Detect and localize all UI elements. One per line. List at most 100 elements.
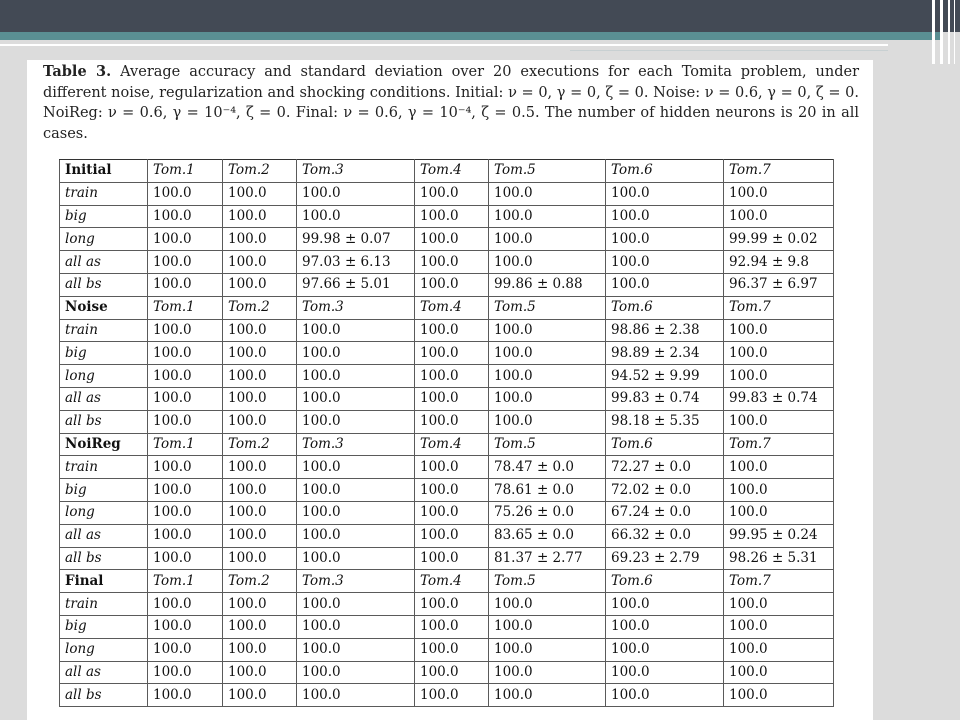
table-cell: 66.32 ± 0.0	[605, 523, 724, 548]
table-cell: 100.0	[147, 386, 223, 411]
table-cell: 100.0	[605, 181, 724, 206]
table-row: train 100.0 100.0 100.0 100.0 78.47 ± 0.0 72.2…	[59, 455, 834, 480]
table-cell: 100.0	[723, 637, 834, 662]
table-cell: 100.0	[488, 181, 606, 206]
table-cell: 100.0	[147, 614, 223, 639]
slide-accent-bar	[0, 32, 940, 40]
table-cell: 100.0	[147, 341, 223, 366]
slide-decor-stripe	[932, 0, 935, 64]
table-cell: 100.0	[723, 660, 834, 685]
column-header: Tom.6	[605, 295, 724, 320]
table-row: big 100.0 100.0 100.0 100.0 100.0 100.0 100.0	[59, 614, 834, 639]
table-cell: 100.0	[414, 660, 489, 685]
slide-divider-line-short	[570, 50, 888, 51]
row-label: all bs	[59, 683, 148, 708]
table-cell: 100.0	[296, 455, 415, 480]
row-label: big	[59, 341, 148, 366]
row-label: long	[59, 500, 148, 525]
row-label: big	[59, 204, 148, 229]
table-row: long 100.0 100.0 100.0 100.0 100.0 94.52 ± 9.9…	[59, 364, 834, 388]
table-cell: 100.0	[222, 455, 297, 480]
table-cell: 100.0	[222, 341, 297, 366]
table-cell: 100.0	[605, 683, 724, 708]
column-header: Tom.5	[488, 295, 606, 320]
table-cell: 100.0	[488, 250, 606, 274]
table-cell: 100.0	[605, 592, 724, 616]
table-cell: 72.27 ± 0.0	[605, 455, 724, 480]
table-cell: 100.0	[222, 523, 297, 548]
table-cell: 81.37 ± 2.77	[488, 546, 606, 571]
table-cell: 100.0	[488, 341, 606, 366]
table-cell: 100.0	[723, 409, 834, 434]
table-cell: 100.0	[147, 683, 223, 708]
table-row: big 100.0 100.0 100.0 100.0 100.0 100.0 100.0	[59, 204, 834, 229]
column-header: Tom.6	[605, 159, 724, 183]
row-label: all bs	[59, 272, 148, 297]
table-cell: 78.61 ± 0.0	[488, 478, 606, 502]
table-cell: 67.24 ± 0.0	[605, 500, 724, 525]
table-cell: 100.0	[605, 272, 724, 297]
table-row: all as 100.0 100.0 100.0 100.0 83.65 ± 0.0 66.…	[59, 523, 834, 548]
column-header: Tom.3	[296, 295, 415, 320]
table-row: long 100.0 100.0 100.0 100.0 100.0 100.0 100.0	[59, 637, 834, 662]
table-cell: 100.0	[296, 364, 415, 388]
table-cell: 98.86 ± 2.38	[605, 318, 724, 343]
column-header: Tom.7	[723, 295, 834, 320]
table-cell: 100.0	[147, 181, 223, 206]
table-cell: 100.0	[222, 660, 297, 685]
table-cell: 100.0	[296, 181, 415, 206]
table-cell: 100.0	[296, 660, 415, 685]
table-cell: 98.26 ± 5.31	[723, 546, 834, 571]
table-cell: 100.0	[147, 227, 223, 252]
column-header: Tom.5	[488, 569, 606, 594]
section-header-row: NoiReg Tom.1 Tom.2 Tom.3 Tom.4 Tom.5 Tom.6 Tom.…	[59, 432, 834, 457]
column-header: Tom.2	[222, 569, 297, 594]
slide-decor-stripe	[954, 0, 955, 64]
table-cell: 100.0	[222, 318, 297, 343]
table-cell: 100.0	[488, 592, 606, 616]
table-cell: 100.0	[605, 660, 724, 685]
table-cell: 100.0	[723, 204, 834, 229]
table-cell: 100.0	[147, 250, 223, 274]
row-label: all as	[59, 386, 148, 411]
table-cell: 100.0	[488, 227, 606, 252]
table-cell: 98.18 ± 5.35	[605, 409, 724, 434]
table-cell: 99.99 ± 0.02	[723, 227, 834, 252]
table-cell: 100.0	[488, 637, 606, 662]
table-cell: 100.0	[222, 637, 297, 662]
results-table: Initial Tom.1 Tom.2 Tom.3 Tom.4 Tom.5 Tom.6 Tom…	[59, 159, 834, 708]
column-header: Tom.5	[488, 432, 606, 457]
table-cell: 99.95 ± 0.24	[723, 523, 834, 548]
table-cell: 100.0	[296, 614, 415, 639]
table-cell: 69.23 ± 2.79	[605, 546, 724, 571]
table-cell: 100.0	[723, 592, 834, 616]
table-cell: 100.0	[296, 592, 415, 616]
row-label: all as	[59, 523, 148, 548]
table-cell: 100.0	[414, 637, 489, 662]
table-row: train 100.0 100.0 100.0 100.0 100.0 100.0 100.0	[59, 181, 834, 206]
column-header: Tom.4	[414, 432, 489, 457]
table-cell: 100.0	[222, 546, 297, 571]
row-label: all as	[59, 250, 148, 274]
table-cell: 100.0	[605, 227, 724, 252]
table-cell: 100.0	[147, 455, 223, 480]
table-cell: 100.0	[414, 546, 489, 571]
table-cell: 100.0	[296, 546, 415, 571]
column-header: Tom.4	[414, 569, 489, 594]
table-cell: 100.0	[296, 341, 415, 366]
table-cell: 100.0	[147, 637, 223, 662]
table-cell: 100.0	[723, 318, 834, 343]
table-cell: 100.0	[488, 386, 606, 411]
table-cell: 100.0	[147, 318, 223, 343]
column-header: Tom.1	[147, 432, 223, 457]
table-cell: 78.47 ± 0.0	[488, 455, 606, 480]
row-label: big	[59, 478, 148, 502]
table-cell: 100.0	[296, 478, 415, 502]
slide-decor-stripe	[948, 0, 950, 64]
column-header: Tom.4	[414, 295, 489, 320]
table-cell: 100.0	[723, 455, 834, 480]
table-cell: 100.0	[222, 386, 297, 411]
table-cell: 100.0	[222, 478, 297, 502]
table-cell: 100.0	[414, 592, 489, 616]
table-cell: 100.0	[414, 455, 489, 480]
